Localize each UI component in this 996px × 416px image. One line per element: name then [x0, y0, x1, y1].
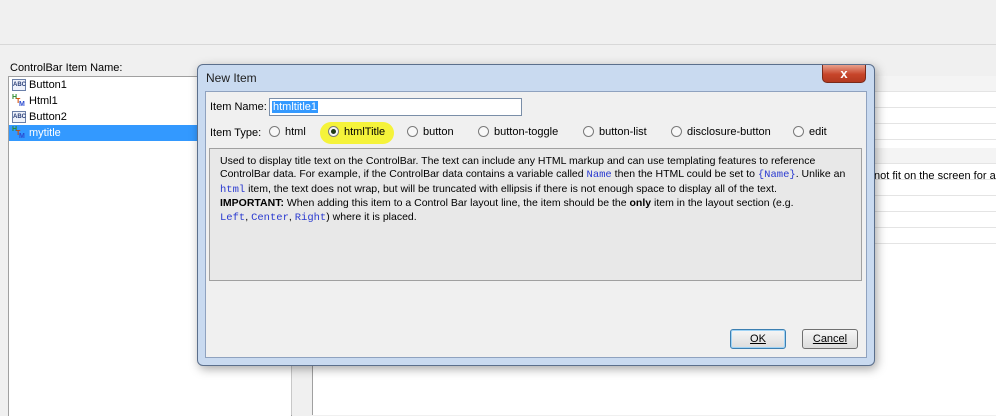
radio-button[interactable]: button	[407, 125, 454, 139]
radio-button-list[interactable]: button-list	[583, 125, 647, 139]
ok-label: OK	[750, 333, 766, 345]
radio-disclosure-button[interactable]: disclosure-button	[671, 125, 771, 139]
list-item-label: Button2	[29, 111, 67, 123]
dialog-body: Item Name: htmltitle1 Item Type: html ht…	[205, 91, 867, 358]
code-template: {Name}	[757, 169, 796, 182]
code-name: Name	[586, 169, 612, 182]
item-name-input[interactable]: htmltitle1	[269, 98, 522, 116]
radio-label: button-toggle	[494, 126, 559, 138]
radio-button-toggle[interactable]: button-toggle	[478, 125, 558, 139]
close-button[interactable]: x	[822, 65, 866, 83]
item-name-label: Item Name:	[210, 101, 267, 113]
type-description: Used to display title text on the Contro…	[209, 148, 862, 281]
description-text: Unlike an	[801, 168, 846, 181]
new-item-dialog: New Item x Item Name: htmltitle1 Item Ty…	[197, 64, 875, 366]
radio-edit[interactable]: edit	[793, 125, 827, 139]
abc-icon: ABC	[12, 111, 26, 123]
item-name-value: htmltitle1	[272, 101, 319, 113]
description-text: When adding this item to a Control Bar l…	[286, 197, 627, 210]
radio-label: button	[423, 126, 454, 138]
cancel-label: Cancel	[812, 333, 848, 345]
radio-htmltitle[interactable]: htmlTitle	[328, 125, 385, 139]
code-right: Right	[294, 211, 327, 224]
abc-icon: ABC	[12, 79, 26, 91]
radio-icon	[583, 126, 594, 137]
property-description-text: not fit on the screen for a	[874, 170, 996, 182]
list-item-label: Button1	[29, 79, 67, 91]
htm-icon: HTM	[12, 126, 25, 140]
radio-label: html	[285, 126, 306, 138]
radio-selected-icon	[328, 126, 339, 137]
code-html: html	[220, 183, 246, 196]
cancel-button[interactable]: Cancel	[802, 329, 858, 349]
radio-html[interactable]: html	[269, 125, 306, 139]
ok-button[interactable]: OK	[730, 329, 786, 349]
list-item-label: Html1	[29, 95, 58, 107]
important-label: IMPORTANT:	[220, 197, 284, 210]
code-left: Left	[220, 211, 246, 224]
description-text: item, the text does not wrap, but will b…	[248, 182, 777, 195]
radio-icon	[671, 126, 682, 137]
only-text: only	[629, 197, 652, 210]
htm-icon: HTM	[12, 94, 25, 108]
radio-label: htmlTitle	[344, 126, 386, 138]
item-type-label: Item Type:	[210, 127, 262, 139]
radio-label: edit	[809, 126, 827, 138]
list-item-label: mytitle	[29, 127, 61, 139]
radio-label: button-list	[599, 126, 647, 138]
radio-icon	[407, 126, 418, 137]
controlbar-item-name-label: ControlBar Item Name:	[10, 62, 123, 74]
code-center: Center	[251, 211, 289, 224]
dialog-title: New Item	[206, 71, 257, 85]
radio-label: disclosure-button	[687, 126, 771, 138]
top-toolbar	[0, 0, 996, 45]
radio-icon	[269, 126, 280, 137]
description-text: then the HTML could be set to	[614, 168, 755, 181]
radio-icon	[793, 126, 804, 137]
description-text: ) where it is placed.	[326, 210, 417, 223]
description-text: item in the layout section (e.g.	[654, 197, 794, 210]
radio-icon	[478, 126, 489, 137]
